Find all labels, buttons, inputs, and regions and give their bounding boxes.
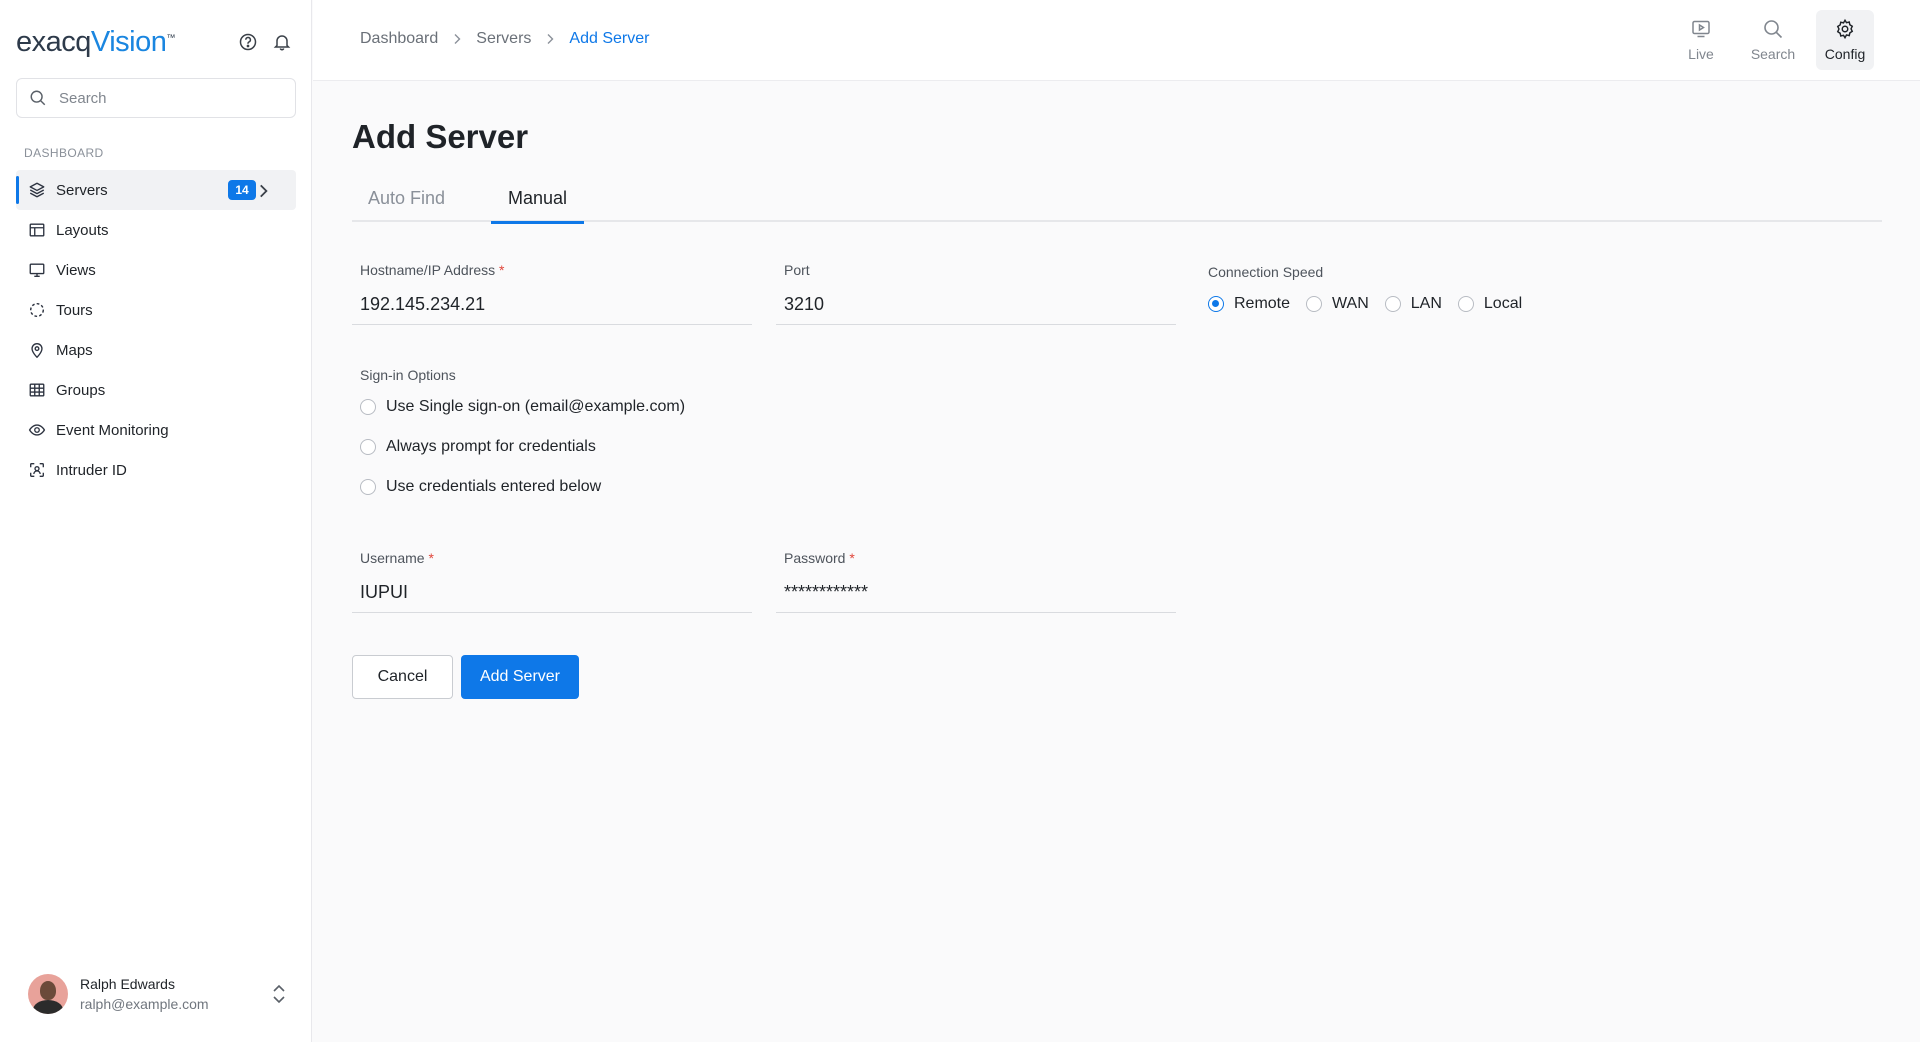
page-title: Add Server <box>352 118 529 155</box>
password-input[interactable] <box>776 573 1176 613</box>
sidebar: exacqVision™ DASHBOARD Servers 14 Layout… <box>0 0 312 1042</box>
sidebar-search[interactable] <box>16 78 296 118</box>
layout-icon <box>29 223 45 237</box>
user-profile[interactable]: Ralph Edwards ralph@example.com <box>28 972 288 1016</box>
chevron-right-icon[interactable] <box>254 182 272 200</box>
breadcrumb-add-server: Add Server <box>569 30 650 47</box>
connection-speed-group: Remote WAN LAN Local <box>1208 295 1522 313</box>
grid-table-icon <box>29 383 45 397</box>
help-icon[interactable] <box>238 32 258 52</box>
breadcrumb-servers[interactable]: Servers <box>476 30 531 48</box>
hostname-label: Hostname/IP Address * <box>360 262 505 278</box>
sidebar-section-label: DASHBOARD <box>24 146 104 160</box>
add-server-button[interactable]: Add Server <box>461 655 579 699</box>
username-label: Username * <box>360 550 434 566</box>
sidebar-item-label: Layouts <box>56 221 109 239</box>
sidebar-item-label: Maps <box>56 341 93 359</box>
chevron-right-icon <box>547 34 554 44</box>
sidebar-item-servers[interactable]: Servers 14 <box>16 170 296 210</box>
sidebar-item-label: Event Monitoring <box>56 421 169 439</box>
signin-option-prompt[interactable]: Always prompt for credentials <box>360 438 596 456</box>
app-logo[interactable]: exacqVision™ <box>16 26 175 59</box>
signin-option-credentials[interactable]: Use credentials entered below <box>360 478 601 496</box>
radio-prompt[interactable] <box>360 439 376 455</box>
sidebar-header: exacqVision™ <box>16 22 296 62</box>
search-icon <box>1764 20 1783 39</box>
radio-local[interactable] <box>1457 296 1474 312</box>
face-scan-icon <box>30 463 44 477</box>
search-button[interactable]: Search <box>1744 10 1802 70</box>
tab-bar: Auto Find Manual <box>352 182 1882 224</box>
username-input[interactable] <box>352 573 752 613</box>
speed-option-wan[interactable]: WAN <box>1306 295 1369 313</box>
sidebar-item-label: Intruder ID <box>56 461 127 479</box>
signin-options-label: Sign-in Options <box>360 367 456 383</box>
cancel-button[interactable]: Cancel <box>352 655 453 699</box>
hostname-input[interactable] <box>352 285 752 325</box>
bell-icon[interactable] <box>272 32 292 52</box>
radio-wan[interactable] <box>1306 296 1323 312</box>
chevron-right-icon <box>454 34 461 44</box>
dashed-circle-icon <box>29 302 45 318</box>
gear-icon <box>1836 18 1854 40</box>
connection-speed-label: Connection Speed <box>1208 264 1324 280</box>
sidebar-item-maps[interactable]: Maps <box>16 330 296 370</box>
eye-icon <box>28 424 46 436</box>
chevron-up-down-icon[interactable] <box>270 982 288 1006</box>
sidebar-item-label: Views <box>56 261 96 279</box>
servers-count-badge: 14 <box>228 180 256 200</box>
sidebar-item-label: Groups <box>56 381 106 399</box>
radio-credentials[interactable] <box>360 479 376 495</box>
top-bar: Dashboard Servers Add Server Live Search… <box>313 0 1920 81</box>
breadcrumb-dashboard[interactable]: Dashboard <box>360 30 438 48</box>
sidebar-nav: Servers 14 Layouts Views Tours Maps Grou… <box>16 170 296 490</box>
config-button[interactable]: Config <box>1816 10 1874 70</box>
user-email: ralph@example.com <box>80 996 209 1012</box>
top-toolbar: Live Search Config <box>1672 10 1874 70</box>
port-input[interactable] <box>776 285 1176 325</box>
sidebar-item-label: Tours <box>56 301 93 319</box>
search-icon <box>30 90 46 106</box>
signin-option-sso[interactable]: Use Single sign-on (email@example.com) <box>360 398 685 416</box>
sidebar-item-tours[interactable]: Tours <box>16 290 296 330</box>
tab-auto-find[interactable]: Auto Find <box>368 188 445 224</box>
monitor-icon <box>29 263 45 277</box>
user-name: Ralph Edwards <box>80 976 175 992</box>
sidebar-item-event-monitoring[interactable]: Event Monitoring <box>16 410 296 450</box>
sidebar-item-intruder-id[interactable]: Intruder ID <box>16 450 296 490</box>
speed-option-lan[interactable]: LAN <box>1384 295 1442 313</box>
layers-icon <box>29 182 45 198</box>
sidebar-item-label: Servers <box>56 181 108 199</box>
sidebar-item-layouts[interactable]: Layouts <box>16 210 296 250</box>
sidebar-item-groups[interactable]: Groups <box>16 370 296 410</box>
live-video-icon <box>1692 20 1710 38</box>
breadcrumb: Dashboard Servers Add Server <box>360 30 649 48</box>
radio-remote[interactable] <box>1208 296 1224 312</box>
radio-lan[interactable] <box>1384 296 1401 312</box>
speed-option-local[interactable]: Local <box>1457 295 1522 313</box>
speed-option-remote[interactable]: Remote <box>1208 295 1290 313</box>
radio-sso[interactable] <box>360 399 376 415</box>
map-pin-icon <box>31 343 43 359</box>
tab-manual[interactable]: Manual <box>491 188 585 224</box>
port-label: Port <box>784 262 810 278</box>
sidebar-item-views[interactable]: Views <box>16 250 296 290</box>
sidebar-search-input[interactable] <box>59 89 279 107</box>
avatar <box>28 974 68 1014</box>
live-button[interactable]: Live <box>1672 10 1730 70</box>
password-label: Password * <box>784 550 855 566</box>
